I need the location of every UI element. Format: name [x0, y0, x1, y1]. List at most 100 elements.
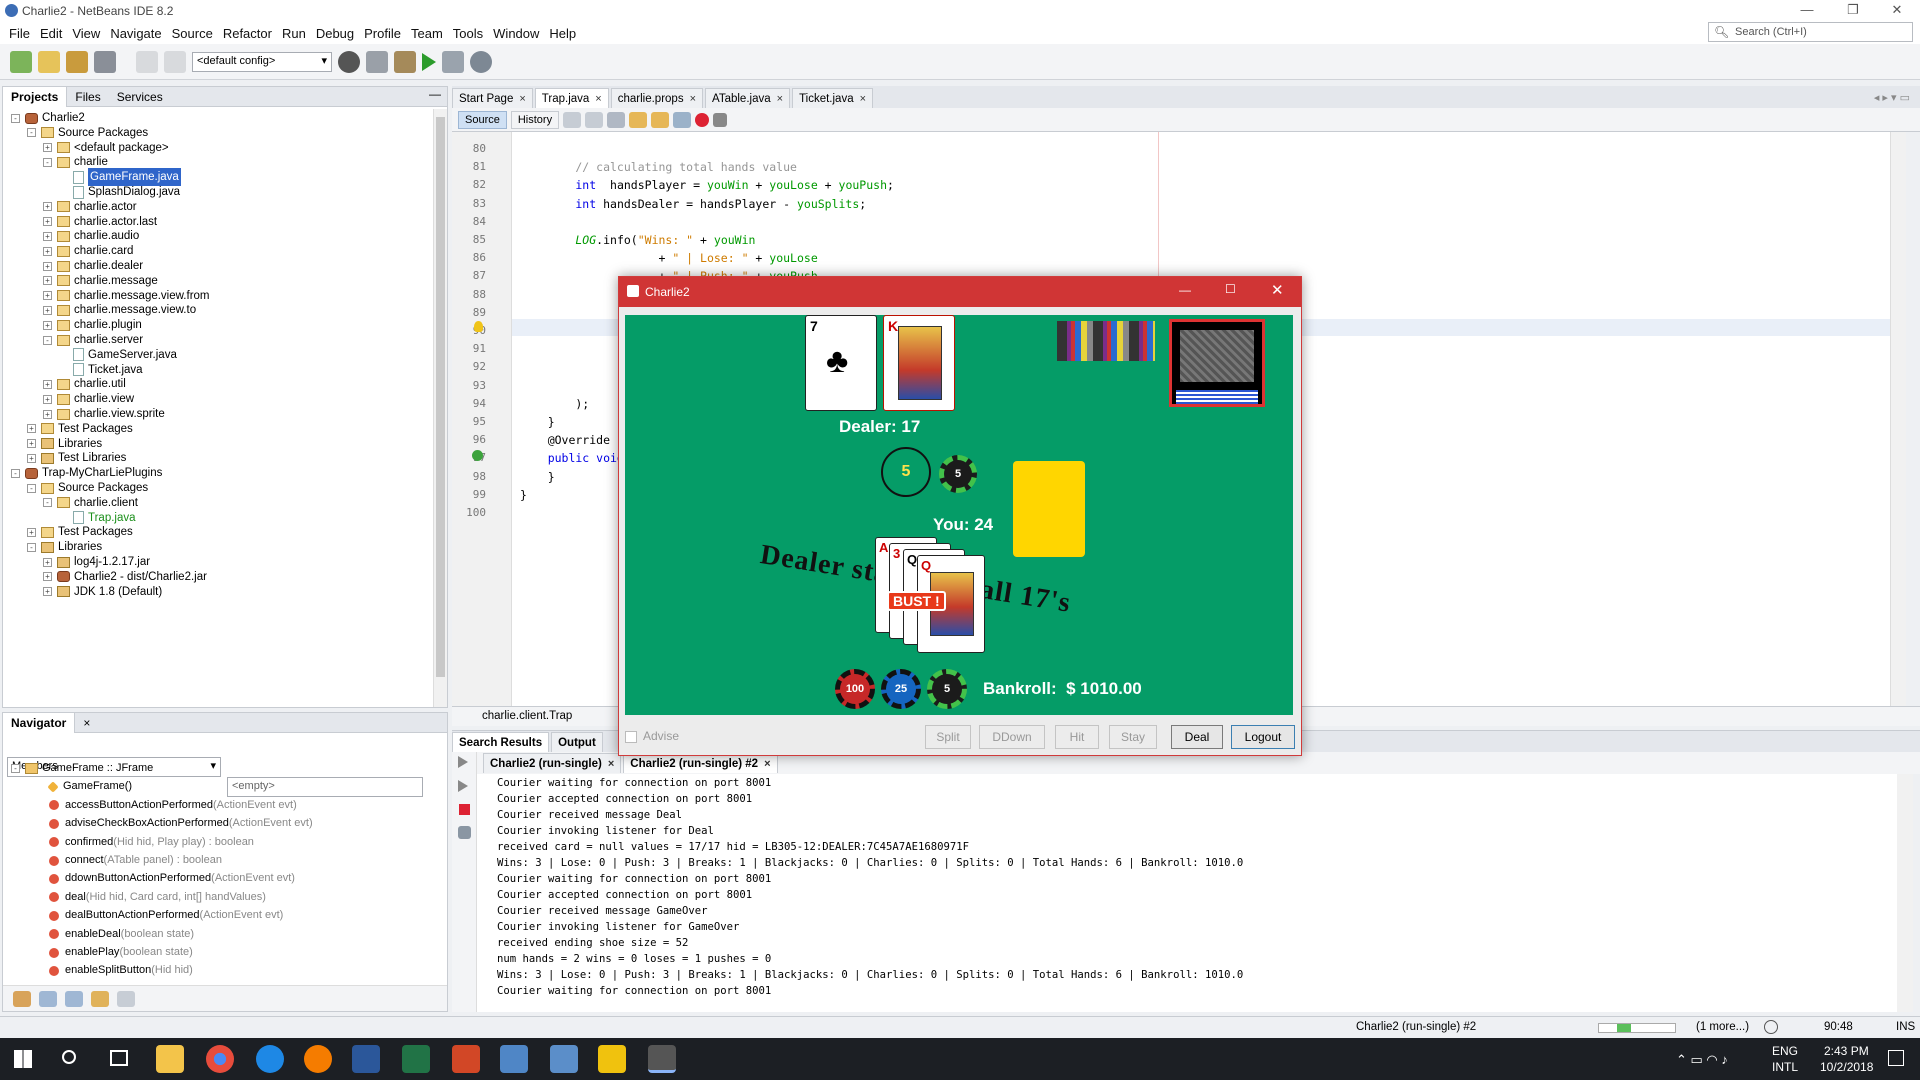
search-icon[interactable] [62, 1050, 76, 1064]
tree-node[interactable]: + JDK 1.8 (Default) [43, 583, 162, 601]
rerun-icon[interactable] [458, 756, 468, 768]
shift-left-icon[interactable] [673, 111, 692, 128]
stay-button[interactable]: Stay [1109, 725, 1157, 749]
stop-macro-icon[interactable] [713, 112, 728, 127]
keyboard-layout[interactable]: INTL [1772, 1060, 1798, 1074]
source-tab[interactable]: Source [458, 110, 507, 129]
expand-icon[interactable]: + [43, 261, 52, 271]
menu-window[interactable]: Window [488, 26, 544, 41]
minimize-button[interactable]: — [1179, 283, 1191, 297]
menu-debug[interactable]: Debug [311, 26, 359, 41]
collapse-icon[interactable]: - [27, 542, 36, 552]
editor-tab[interactable]: Ticket.java × [792, 88, 874, 109]
member-node[interactable]: dealButtonActionPerformed (ActionEvent ev… [49, 908, 283, 923]
expand-icon[interactable]: + [43, 291, 52, 301]
tray-icons[interactable]: ⌃ ▭ ◠ ♪ [1676, 1052, 1728, 1068]
hit-button[interactable]: Hit [1055, 725, 1099, 749]
expand-icon[interactable]: + [43, 320, 52, 330]
chip-100[interactable]: 100 [835, 669, 875, 709]
notification-icon[interactable] [1764, 1020, 1778, 1034]
output-tab[interactable]: Output [551, 732, 603, 752]
clean-build-icon[interactable] [394, 50, 416, 73]
record-macro-icon[interactable] [695, 112, 710, 127]
history-tab[interactable]: History [510, 110, 560, 129]
save-all-icon[interactable] [94, 50, 116, 73]
open-project-icon[interactable] [66, 50, 88, 73]
chip-5[interactable]: 5 [927, 669, 967, 709]
stop-icon[interactable] [459, 804, 470, 815]
close-icon[interactable]: × [608, 754, 614, 774]
restore-button[interactable]: ❐ [1830, 0, 1876, 22]
run-tab[interactable]: Charlie2 (run-single) × [483, 753, 622, 774]
rerun-config-icon[interactable] [458, 780, 468, 792]
expand-icon[interactable]: + [27, 439, 36, 449]
filter-nonpublic-icon[interactable] [65, 990, 83, 1007]
member-node[interactable]: adviseCheckBoxActionPerformed (ActionEven… [49, 816, 313, 831]
editor-tab[interactable]: charlie.props × [610, 88, 704, 109]
close-icon[interactable]: × [690, 89, 696, 109]
collapse-icon[interactable]: - [43, 157, 52, 167]
git-icon[interactable] [598, 1045, 626, 1073]
close-icon[interactable]: × [764, 754, 770, 774]
sort-icon[interactable] [117, 990, 135, 1007]
member-node[interactable]: deal (Hid hid, Card card, int[] handValue… [49, 890, 266, 905]
back-icon[interactable] [563, 111, 582, 128]
filter-fields-icon[interactable] [13, 990, 31, 1007]
ddown-button[interactable]: DDown [979, 725, 1045, 749]
editor-scrollbar[interactable] [1890, 132, 1906, 706]
member-node[interactable]: confirmed (Hid hid, Play play) : boolean [49, 835, 254, 850]
menu-source[interactable]: Source [167, 26, 218, 41]
menu-view[interactable]: View [67, 26, 105, 41]
expand-icon[interactable]: + [27, 424, 36, 434]
debug-icon[interactable] [442, 50, 464, 73]
minimize-button[interactable]: — [1784, 0, 1830, 22]
editor-tab[interactable]: Trap.java × [534, 88, 609, 108]
advise-checkbox[interactable] [625, 731, 637, 743]
collapse-icon[interactable]: - [11, 468, 20, 478]
menu-help[interactable]: Help [544, 26, 581, 41]
breadcrumb-item[interactable]: charlie.client.Trap [482, 710, 572, 722]
clock-time[interactable]: 2:43 PM [1824, 1044, 1869, 1058]
close-button[interactable]: ✕ [1271, 281, 1284, 299]
expand-icon[interactable]: + [43, 217, 52, 227]
excel-icon[interactable] [402, 1045, 430, 1073]
edge-icon[interactable] [256, 1045, 284, 1073]
tab-services[interactable]: Services [109, 90, 171, 104]
run-icon[interactable] [422, 52, 436, 71]
editor-tab[interactable]: Start Page × [452, 88, 533, 108]
expand-icon[interactable]: + [43, 305, 52, 315]
tree-scrollbar[interactable] [433, 109, 447, 707]
member-node[interactable]: accessButtonActionPerformed (ActionEvent … [49, 798, 297, 813]
build-icon[interactable] [366, 50, 388, 73]
windows-start-icon[interactable] [14, 1050, 32, 1068]
tab-projects[interactable]: Projects [3, 86, 68, 107]
clock-date[interactable]: 10/2/2018 [1820, 1060, 1873, 1074]
logout-button[interactable]: Logout [1231, 725, 1295, 749]
minimize-panel-icon[interactable]: — [429, 87, 441, 101]
chrome-icon[interactable] [206, 1045, 234, 1073]
firefox-icon[interactable] [304, 1045, 332, 1073]
new-project-icon[interactable] [38, 50, 60, 73]
netbeans-icon[interactable] [550, 1045, 578, 1073]
redo-icon[interactable] [164, 50, 186, 73]
expand-icon[interactable]: + [43, 231, 52, 241]
collapse-icon[interactable]: - [27, 128, 36, 138]
lightbulb-icon[interactable] [474, 321, 483, 332]
menu-team[interactable]: Team [406, 26, 448, 41]
filter-inherited-icon[interactable] [91, 990, 109, 1007]
expand-icon[interactable]: + [43, 246, 52, 256]
menu-profile[interactable]: Profile [359, 26, 406, 41]
expand-icon[interactable]: + [27, 453, 36, 463]
expand-icon[interactable]: + [43, 409, 52, 419]
close-icon[interactable]: × [75, 716, 98, 730]
close-icon[interactable]: × [860, 89, 866, 109]
search-input[interactable]: 🔍︎ Search (Ctrl+I) [1708, 22, 1913, 42]
member-node[interactable]: enableDeal (boolean state) [49, 927, 194, 942]
platform-icon[interactable] [338, 50, 360, 73]
expand-icon[interactable]: + [43, 143, 52, 153]
notifications-icon[interactable] [1888, 1050, 1904, 1066]
expand-icon[interactable]: + [43, 202, 52, 212]
menu-navigate[interactable]: Navigate [105, 26, 166, 41]
more-tasks-link[interactable]: (1 more...) [1696, 1021, 1749, 1033]
expand-icon[interactable]: + [43, 587, 52, 597]
